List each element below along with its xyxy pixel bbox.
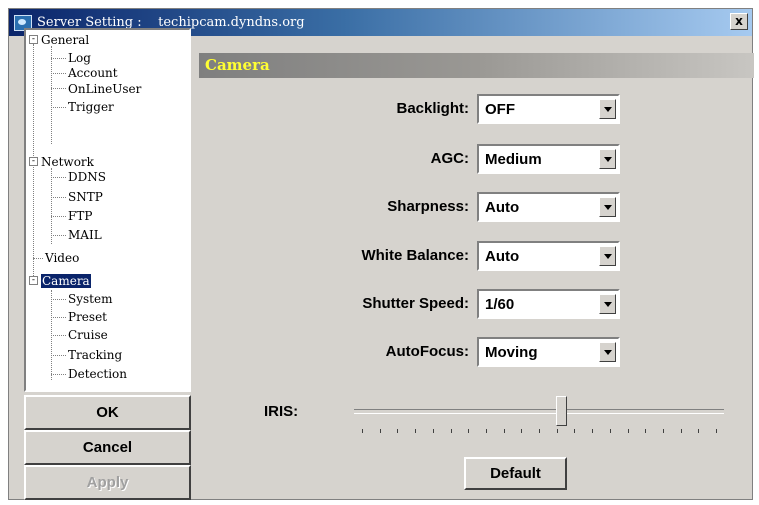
tree-item-sntp[interactable]: SNTP: [68, 190, 103, 204]
tree-item-system[interactable]: System: [68, 292, 112, 306]
iris-tick-mark: [716, 429, 717, 433]
tree-item-cruise[interactable]: Cruise: [68, 328, 108, 342]
iris-slider-thumb[interactable]: [556, 396, 568, 426]
tree-item-video[interactable]: Video: [45, 251, 79, 265]
chevron-down-icon[interactable]: [599, 99, 616, 119]
iris-tick-mark: [574, 429, 576, 433]
autofocus-select[interactable]: Moving: [477, 337, 620, 367]
cancel-button[interactable]: Cancel: [24, 430, 191, 465]
chevron-down-icon[interactable]: [599, 246, 616, 266]
iris-tick-mark: [503, 429, 505, 433]
default-button[interactable]: Default: [464, 457, 567, 490]
white-balance-label: White Balance:: [361, 247, 469, 264]
iris-tick-mark: [627, 429, 629, 433]
iris-tick-mark: [609, 429, 611, 433]
iris-tick-mark: [698, 429, 700, 433]
tree-item-camera[interactable]: Camera: [41, 274, 91, 288]
white-balance-value: Auto: [485, 248, 520, 265]
agc-label: AGC:: [430, 150, 469, 167]
backlight-label: Backlight:: [396, 100, 469, 117]
sharpness-select[interactable]: Auto: [477, 192, 620, 222]
iris-tick-mark: [539, 429, 540, 433]
iris-tick-mark: [450, 429, 452, 433]
chevron-down-icon[interactable]: [599, 294, 616, 314]
iris-tick-mark: [397, 429, 399, 433]
tree-item-log[interactable]: Log: [68, 51, 91, 65]
iris-tick-mark: [645, 429, 647, 433]
shutter-speed-value: 1/60: [485, 296, 515, 313]
backlight-value: OFF: [485, 101, 515, 118]
tree-item-onlineuser[interactable]: OnLineUser: [68, 82, 141, 96]
iris-tick-mark: [432, 429, 434, 433]
shutter-speed-label: Shutter Speed:: [362, 295, 469, 312]
iris-tick-mark: [485, 429, 487, 433]
tree-item-preset[interactable]: Preset: [68, 310, 107, 324]
chevron-down-icon[interactable]: [599, 342, 616, 362]
sharpness-label: Sharpness:: [387, 198, 469, 215]
tree-item-ftp[interactable]: FTP: [68, 209, 92, 223]
agc-select[interactable]: Medium: [477, 144, 620, 174]
iris-tick-mark: [362, 429, 363, 433]
ok-button[interactable]: OK: [24, 395, 191, 430]
white-balance-select[interactable]: Auto: [477, 241, 620, 271]
tree-item-detection[interactable]: Detection: [68, 367, 127, 381]
iris-tick-mark: [468, 429, 470, 433]
iris-tick-mark: [662, 429, 664, 433]
shutter-speed-select[interactable]: 1/60: [477, 289, 620, 319]
camera-collapse-icon[interactable]: -: [29, 276, 38, 285]
autofocus-value: Moving: [485, 344, 538, 361]
general-collapse-icon[interactable]: -: [29, 35, 38, 44]
server-setting-window: Server Setting : techipcam.dyndns.org x …: [8, 8, 754, 500]
iris-tick-mark: [415, 429, 417, 433]
chevron-down-icon[interactable]: [599, 197, 616, 217]
autofocus-label: AutoFocus:: [385, 343, 469, 360]
section-title: Camera: [205, 56, 270, 74]
iris-slider-track[interactable]: [354, 409, 724, 414]
apply-button[interactable]: Apply: [24, 465, 191, 500]
tree-item-trigger[interactable]: Trigger: [68, 100, 114, 114]
tree-item-mail[interactable]: MAIL: [68, 228, 102, 242]
iris-tick-mark: [592, 429, 594, 433]
tree-item-ddns[interactable]: DDNS: [68, 170, 106, 184]
iris-tick-mark: [521, 429, 523, 433]
sharpness-value: Auto: [485, 199, 520, 216]
settings-tree[interactable]: - - - General Log Account OnLineUser Tri…: [24, 28, 191, 392]
tree-item-tracking[interactable]: Tracking: [68, 348, 122, 362]
network-collapse-icon[interactable]: -: [29, 157, 38, 166]
iris-tick-mark: [680, 429, 682, 433]
agc-value: Medium: [485, 151, 542, 168]
iris-label: IRIS:: [264, 403, 299, 420]
chevron-down-icon[interactable]: [599, 149, 616, 169]
tree-item-account[interactable]: Account: [68, 66, 118, 80]
camera-section-header: Camera: [199, 53, 754, 78]
backlight-select[interactable]: OFF: [477, 94, 620, 124]
tree-item-general[interactable]: General: [41, 33, 89, 47]
close-button[interactable]: x: [730, 13, 748, 30]
tree-item-network[interactable]: Network: [41, 155, 94, 169]
iris-tick-mark: [556, 429, 558, 433]
iris-tick-mark: [379, 429, 381, 433]
